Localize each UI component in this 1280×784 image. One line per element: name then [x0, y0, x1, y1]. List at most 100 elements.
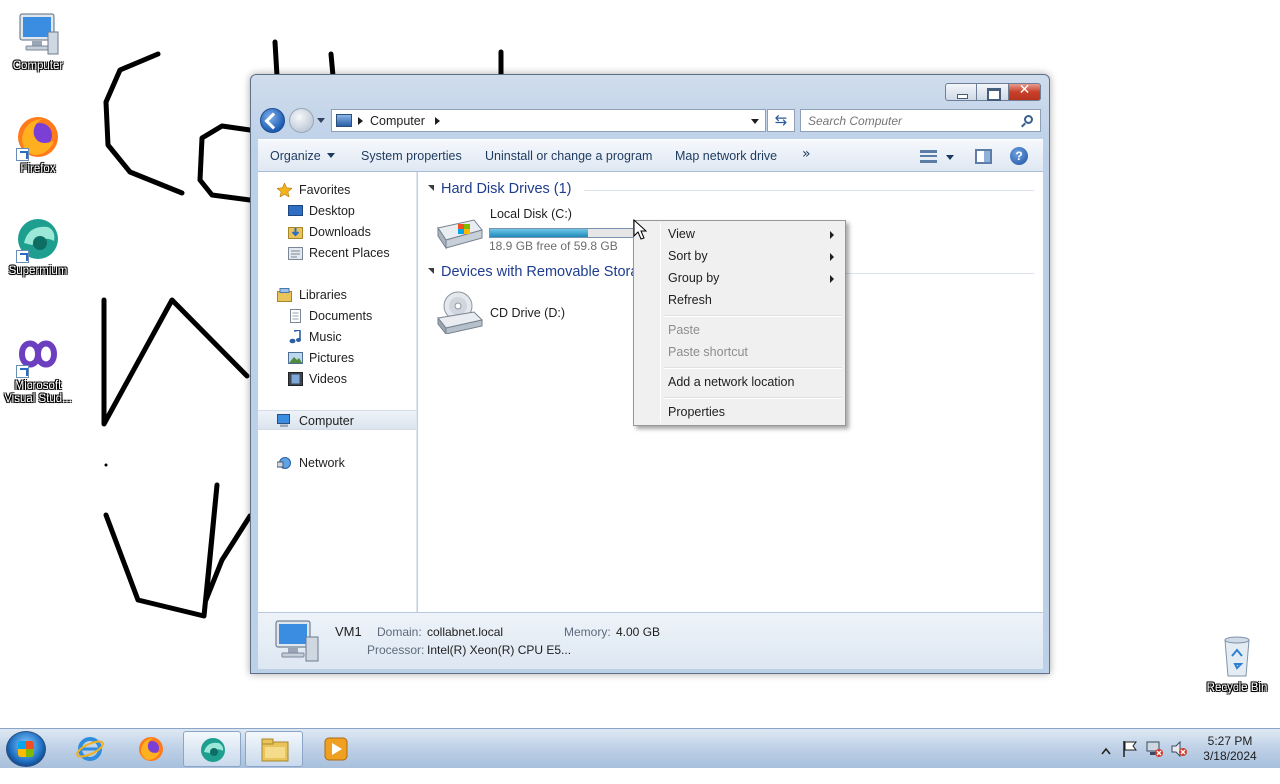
computer-icon: [277, 414, 292, 428]
nav-favorites[interactable]: Favorites: [258, 180, 416, 200]
nav-music[interactable]: Music: [258, 327, 416, 347]
submenu-arrow-icon: [830, 231, 834, 239]
nav-label: Computer: [299, 414, 354, 428]
taskbar-supermium[interactable]: [183, 731, 241, 767]
search-input[interactable]: [801, 110, 1011, 131]
nav-computer[interactable]: Computer: [258, 410, 416, 430]
close-button[interactable]: ✕: [1009, 82, 1041, 101]
menu-separator: [664, 397, 842, 399]
processor-value: Intel(R) Xeon(R) CPU E5...: [427, 643, 572, 657]
desktop-icon-visual-studio[interactable]: Microsoft Visual Stud...: [0, 330, 76, 406]
group-header-label: Hard Disk Drives (1): [441, 181, 572, 197]
details-pane: VM1 Domain: collabnet.local Memory: 4.00…: [258, 612, 1043, 669]
desktop-icon-computer[interactable]: Computer: [0, 10, 76, 73]
search-icon[interactable]: [1024, 115, 1033, 124]
breadcrumb-computer[interactable]: Computer: [370, 114, 425, 128]
libraries-icon: [277, 288, 292, 302]
domain-label: Domain:: [377, 625, 422, 639]
recycle-bin-icon: [1213, 632, 1261, 680]
menu-item-view[interactable]: View: [636, 223, 843, 245]
menu-item-group-by[interactable]: Group by: [636, 267, 843, 289]
uninstall-program-button[interactable]: Uninstall or change a program: [485, 149, 652, 163]
clock-date: 3/18/2024: [1203, 749, 1257, 763]
drive-free-space: 18.9 GB free of 59.8 GB: [489, 239, 618, 253]
close-icon: ✕: [1018, 82, 1031, 98]
help-icon[interactable]: ?: [1010, 147, 1028, 165]
desktop-icon-firefox[interactable]: Firefox: [0, 113, 76, 176]
star-icon: [276, 182, 293, 198]
change-view-icon[interactable]: [920, 150, 937, 163]
start-button[interactable]: [6, 731, 46, 767]
action-center-flag-icon[interactable]: [1122, 740, 1138, 780]
address-dropdown-icon[interactable]: [751, 119, 759, 124]
chevron-down-icon: [326, 153, 335, 158]
nav-label: Videos: [309, 372, 347, 386]
menu-separator: [664, 367, 842, 369]
nav-documents[interactable]: Documents: [258, 306, 416, 326]
navigation-pane: Favorites Desktop Downloads Recent Place…: [258, 172, 417, 612]
map-network-drive-button[interactable]: Map network drive: [675, 149, 777, 163]
address-bar[interactable]: Computer: [331, 109, 766, 132]
nav-libraries[interactable]: Libraries: [258, 285, 416, 305]
system-properties-button[interactable]: System properties: [361, 149, 462, 163]
menu-item-paste: Paste: [636, 319, 843, 341]
menu-item-label: Properties: [668, 405, 725, 419]
desktop-icon: [288, 204, 303, 218]
system-clock[interactable]: 5:27 PM 3/18/2024: [1190, 734, 1270, 764]
menu-item-label: Refresh: [668, 293, 712, 307]
context-menu: View Sort by Group by Refresh Paste Past…: [633, 220, 846, 426]
menu-item-label: Add a network location: [668, 375, 795, 389]
nav-pictures[interactable]: Pictures: [258, 348, 416, 368]
taskbar-internet-explorer[interactable]: [61, 731, 119, 767]
preview-pane-icon[interactable]: [975, 149, 992, 164]
volume-muted-icon[interactable]: [1170, 740, 1188, 780]
desktop-icon-label: Recycle Bin: [1206, 682, 1268, 694]
collapse-triangle-icon[interactable]: [428, 185, 434, 191]
more-commands-button[interactable]: »: [802, 146, 811, 162]
menu-item-properties[interactable]: Properties: [636, 401, 843, 423]
forward-button[interactable]: [289, 108, 314, 133]
desktop-icon-recycle-bin[interactable]: Recycle Bin: [1199, 632, 1275, 695]
breadcrumb-separator-icon[interactable]: [435, 117, 440, 125]
minimize-button[interactable]: [945, 83, 977, 101]
nav-label: Network: [299, 456, 345, 470]
show-hidden-icons-button[interactable]: [1101, 744, 1111, 784]
caption-buttons: ✕: [945, 82, 1041, 101]
maximize-button[interactable]: [977, 83, 1009, 101]
nav-recent-places[interactable]: Recent Places: [258, 243, 416, 263]
taskbar-firefox[interactable]: [122, 731, 180, 767]
taskbar-windows-explorer[interactable]: [245, 731, 303, 767]
menu-item-add-network-location[interactable]: Add a network location: [636, 371, 843, 393]
breadcrumb-separator-icon[interactable]: [358, 117, 363, 125]
nav-videos[interactable]: Videos: [258, 369, 416, 389]
collapse-triangle-icon[interactable]: [428, 268, 434, 274]
refresh-button[interactable]: ⇆: [767, 109, 795, 132]
desktop-icon-supermium[interactable]: Supermium: [0, 215, 76, 278]
nav-label: Pictures: [309, 351, 355, 365]
nav-label: Downloads: [309, 225, 371, 239]
music-icon: [288, 329, 303, 344]
organize-button[interactable]: Organize: [270, 149, 335, 163]
nav-desktop[interactable]: Desktop: [258, 201, 416, 221]
media-player-icon: [322, 736, 350, 762]
supermium-icon: [14, 215, 62, 263]
taskbar-media-player[interactable]: [307, 731, 365, 767]
view-options-dropdown-icon[interactable]: [946, 155, 954, 160]
menu-item-paste-shortcut: Paste shortcut: [636, 341, 843, 363]
nav-downloads[interactable]: Downloads: [258, 222, 416, 242]
menu-item-sort-by[interactable]: Sort by: [636, 245, 843, 267]
shortcut-arrow-icon: [16, 365, 29, 378]
menu-item-refresh[interactable]: Refresh: [636, 289, 843, 311]
memory-label: Memory:: [564, 625, 611, 639]
group-header-hard-disk-drives[interactable]: Hard Disk Drives (1): [428, 181, 572, 197]
internet-explorer-icon: [76, 736, 104, 762]
firefox-icon: [14, 113, 62, 161]
network-status-icon[interactable]: [1146, 740, 1164, 780]
nav-network[interactable]: Network: [258, 453, 416, 473]
desktop-icon-label: Computer: [12, 60, 64, 72]
recent-pages-dropdown-icon[interactable]: [317, 118, 325, 123]
search-box[interactable]: [800, 109, 1041, 132]
shortcut-arrow-icon: [16, 250, 29, 263]
back-button[interactable]: [260, 108, 285, 133]
drive-name: Local Disk (C:): [490, 207, 572, 221]
